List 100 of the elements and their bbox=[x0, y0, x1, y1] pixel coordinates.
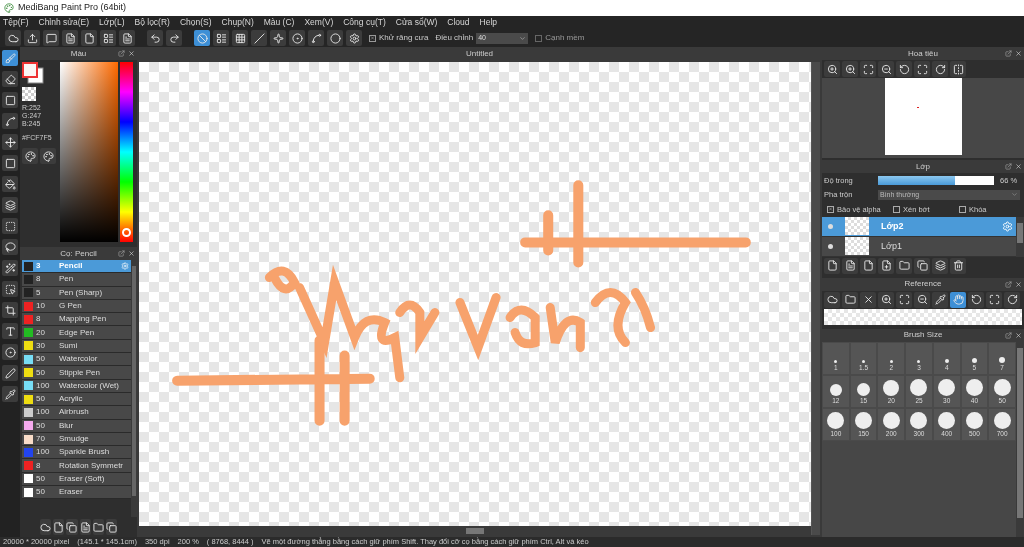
close-icon[interactable] bbox=[1015, 50, 1022, 57]
detach-icon[interactable] bbox=[1005, 280, 1012, 288]
copy-icon[interactable] bbox=[66, 519, 78, 535]
redo-icon[interactable] bbox=[166, 30, 182, 46]
rotate-left-icon[interactable] bbox=[968, 291, 984, 308]
palette-icon[interactable] bbox=[22, 148, 38, 164]
detach-icon[interactable] bbox=[1005, 50, 1012, 57]
perspective-snap-icon[interactable] bbox=[251, 30, 267, 46]
zoom-out-icon[interactable] bbox=[878, 61, 894, 77]
zoom-in-icon[interactable] bbox=[878, 291, 894, 308]
brush-list-item[interactable]: 8 Mapping Pen bbox=[22, 313, 131, 327]
option-checkbox[interactable] bbox=[959, 205, 966, 213]
menu-item[interactable]: Chỉnh sửa(E) bbox=[38, 18, 90, 27]
menu-item[interactable]: Cloud bbox=[447, 18, 470, 27]
menu-item[interactable]: Cửa sổ(W) bbox=[395, 18, 438, 27]
detach-icon[interactable] bbox=[118, 50, 125, 57]
trash-icon[interactable] bbox=[950, 257, 966, 274]
hue-slider[interactable] bbox=[120, 62, 133, 242]
layer-row[interactable]: Lớp1 bbox=[822, 236, 1016, 257]
undo-icon[interactable] bbox=[147, 30, 163, 46]
folder-icon[interactable] bbox=[92, 519, 104, 535]
duplicate-icon[interactable] bbox=[914, 257, 930, 274]
close-icon[interactable] bbox=[1015, 163, 1022, 170]
new-file-icon[interactable] bbox=[53, 519, 65, 535]
select-pen-icon[interactable] bbox=[2, 281, 18, 297]
folder-icon[interactable] bbox=[896, 257, 912, 274]
page-icon[interactable] bbox=[81, 30, 97, 46]
layer-icon[interactable] bbox=[860, 257, 876, 274]
text-icon[interactable] bbox=[2, 323, 18, 339]
list-icon[interactable] bbox=[100, 30, 116, 46]
square-icon[interactable] bbox=[2, 155, 18, 171]
menu-item[interactable]: Xem(V) bbox=[304, 18, 334, 27]
scrollbar[interactable] bbox=[1016, 216, 1024, 257]
share-icon[interactable] bbox=[24, 30, 40, 46]
folder-icon[interactable] bbox=[842, 291, 858, 308]
brush-list-item[interactable]: 100 Sparkle Brush bbox=[22, 446, 131, 460]
menu-item[interactable]: Chụp(N) bbox=[221, 18, 254, 27]
layer-icon[interactable] bbox=[842, 257, 858, 274]
rotate-left-icon[interactable] bbox=[896, 61, 912, 77]
radial-snap-icon[interactable] bbox=[270, 30, 286, 46]
detach-icon[interactable] bbox=[118, 250, 125, 257]
concentric-snap-icon[interactable] bbox=[289, 30, 305, 46]
scrollbar[interactable] bbox=[1016, 341, 1024, 537]
soft-edge-checkbox[interactable] bbox=[535, 34, 543, 42]
brush-list-item[interactable]: 8 Rotation Symmetr bbox=[22, 459, 131, 473]
fit-screen-icon[interactable] bbox=[914, 61, 930, 77]
option-checkbox[interactable] bbox=[893, 205, 900, 213]
rotate-right-icon[interactable] bbox=[932, 61, 948, 77]
selection-icon[interactable] bbox=[2, 218, 18, 234]
zoom-out-icon[interactable] bbox=[914, 291, 930, 308]
vertical-scrollbar[interactable] bbox=[811, 62, 820, 535]
grid-snap-icon[interactable] bbox=[232, 30, 248, 46]
close-icon[interactable] bbox=[128, 250, 135, 257]
rotate-right-icon[interactable] bbox=[1004, 291, 1020, 308]
hand-icon[interactable] bbox=[950, 291, 966, 308]
curve-icon[interactable] bbox=[2, 113, 18, 129]
brush-list-item[interactable]: 50 Stipple Pen bbox=[22, 366, 131, 380]
brush-list-item[interactable]: 100 Airbrush bbox=[22, 406, 131, 420]
magic-wand-icon[interactable] bbox=[2, 260, 18, 276]
hue-handle-icon[interactable] bbox=[122, 227, 131, 237]
close-icon[interactable] bbox=[860, 291, 876, 308]
close-icon[interactable] bbox=[1015, 331, 1022, 339]
curve-snap-icon[interactable] bbox=[308, 30, 324, 46]
detach-icon[interactable] bbox=[1005, 163, 1012, 170]
transparent-swatch[interactable] bbox=[22, 87, 36, 101]
detach-icon[interactable] bbox=[1005, 331, 1012, 339]
eyedropper-icon[interactable] bbox=[2, 386, 18, 402]
cloud-icon[interactable] bbox=[824, 291, 840, 308]
saturation-gradient[interactable] bbox=[60, 62, 118, 242]
cloud-icon[interactable] bbox=[40, 519, 52, 535]
settings-icon[interactable] bbox=[346, 30, 362, 46]
close-icon[interactable] bbox=[1015, 280, 1022, 288]
option-checkbox[interactable] bbox=[827, 205, 834, 213]
pen-icon[interactable] bbox=[2, 365, 18, 381]
color-swatches-drawing[interactable] bbox=[22, 62, 44, 84]
palette-icon[interactable] bbox=[40, 148, 56, 164]
cloud-icon[interactable] bbox=[5, 30, 21, 46]
eyedropper-icon[interactable] bbox=[932, 291, 948, 308]
brush-list-item[interactable]: 20 Edge Pen bbox=[22, 326, 131, 340]
scrollbar[interactable] bbox=[131, 260, 137, 517]
menu-item[interactable]: Lớp(L) bbox=[99, 18, 125, 27]
snap-off-icon[interactable] bbox=[194, 30, 210, 46]
parallel-snap-icon[interactable] bbox=[213, 30, 229, 46]
antialias-checkbox[interactable] bbox=[369, 34, 376, 42]
add-layer-icon[interactable] bbox=[878, 257, 894, 274]
zoom-in-icon[interactable] bbox=[842, 61, 858, 77]
close-icon[interactable] bbox=[128, 50, 135, 57]
menu-item[interactable]: Màu (C) bbox=[263, 18, 295, 27]
opacity-slider[interactable] bbox=[878, 176, 994, 186]
lasso-icon[interactable] bbox=[2, 239, 18, 255]
circle-snap-icon[interactable] bbox=[327, 30, 343, 46]
fit-screen-icon[interactable] bbox=[986, 291, 1002, 308]
speech-bubble-icon[interactable] bbox=[43, 30, 59, 46]
visibility-icon[interactable] bbox=[828, 243, 833, 249]
menu-item[interactable]: Help bbox=[479, 18, 498, 27]
square-icon[interactable] bbox=[2, 92, 18, 108]
paint-bucket-icon[interactable] bbox=[2, 176, 18, 192]
fit-icon[interactable] bbox=[860, 61, 876, 77]
menu-item[interactable]: Tệp(F) bbox=[3, 18, 29, 27]
menu-item[interactable]: Bộ lọc(R) bbox=[134, 18, 170, 27]
